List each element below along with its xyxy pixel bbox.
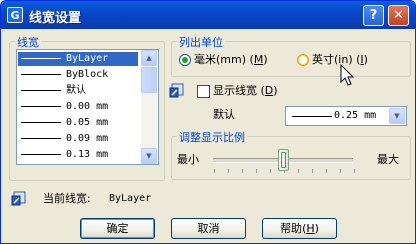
- scale-slider-thumb[interactable]: [278, 149, 289, 171]
- lineweight-item-label: 0.05 mm: [66, 117, 109, 128]
- display-hotkey: D: [264, 84, 274, 97]
- lineweight-item-label: ByLayer: [66, 53, 109, 64]
- units-group-label: 列出单位: [177, 34, 225, 50]
- lineweight-item-label: 0.13 mm: [66, 149, 109, 160]
- scale-tick: [256, 169, 257, 173]
- combo-value: 0.25 mm: [334, 110, 377, 121]
- dialog-title: 线宽设置: [29, 11, 82, 26]
- lineweight-display-icon: [169, 83, 184, 98]
- default-label: 默认: [213, 108, 235, 121]
- current-lineweight-value: ByLayer: [109, 193, 152, 204]
- lineweight-item-label: ByBlock: [66, 69, 109, 80]
- lineweight-sample-line: [21, 106, 61, 107]
- cancel-button[interactable]: 取消: [171, 218, 246, 239]
- lineweight-list-item[interactable]: 0.05 mm: [18, 116, 138, 130]
- title-bar[interactable]: G 线宽设置 ? ✕: [1, 1, 415, 29]
- help-button-text: 帮助: [280, 222, 303, 235]
- scale-max-label: 最大: [377, 153, 399, 166]
- lineweight-sample-line: [21, 154, 61, 155]
- scale-min-label: 最小: [177, 153, 199, 166]
- lineweight-list-item[interactable]: ByBlock: [18, 68, 138, 82]
- mm-hotkey: M: [253, 53, 264, 66]
- lineweight-sample-line: [21, 58, 61, 59]
- scale-tick: [228, 169, 229, 173]
- scale-tick: [298, 169, 299, 173]
- app-icon: G: [7, 7, 23, 23]
- mouse-cursor-icon: [340, 64, 355, 86]
- display-lineweight-label[interactable]: 显示线宽 (D): [213, 84, 278, 98]
- lineweight-sample-line: [21, 90, 61, 91]
- ok-button[interactable]: 确定: [80, 218, 155, 239]
- title-help-button[interactable]: ?: [363, 5, 384, 26]
- display-lineweight-checkbox[interactable]: [197, 85, 210, 98]
- lineweight-list-item[interactable]: 0.13 mm: [18, 148, 138, 162]
- lineweight-sample-line: [21, 138, 61, 139]
- scale-tick: [326, 169, 327, 173]
- lineweight-dialog: G 线宽设置 ? ✕ 线宽 ByLayer ByBlock 默认 0.00 mm 0.0…: [0, 0, 416, 244]
- lineweight-list-item[interactable]: 默认: [18, 84, 138, 98]
- default-lineweight-combo[interactable]: 0.25 mm ▼: [285, 106, 407, 126]
- lineweight-list-item[interactable]: 0.09 mm: [18, 132, 138, 146]
- scale-tick: [242, 169, 243, 173]
- lineweight-list-item[interactable]: 0.00 mm: [18, 100, 138, 114]
- lineweight-sample-line: [21, 74, 61, 75]
- scale-tick: [214, 169, 215, 173]
- help-hotkey: H: [306, 222, 315, 235]
- lineweight-listbox[interactable]: ByLayer ByBlock 默认 0.00 mm 0.05 mm 0.09 mm 0.1…: [16, 49, 159, 165]
- list-scrollbar[interactable]: ▲ ▼: [141, 50, 157, 164]
- lineweight-item-label: 默认: [66, 85, 86, 96]
- scale-tick: [354, 169, 355, 173]
- mm-radio-text: 毫米(mm): [194, 53, 247, 66]
- mm-radio-label[interactable]: 毫米(mm) (M): [194, 53, 268, 67]
- inch-hotkey: I: [360, 53, 364, 66]
- scale-tick: [312, 169, 313, 173]
- scroll-thumb[interactable]: [141, 67, 157, 93]
- inch-radio[interactable]: [297, 54, 309, 66]
- display-scale-group-label: 调整显示比例: [177, 129, 247, 145]
- lineweight-list: ByLayer ByBlock 默认 0.00 mm 0.05 mm 0.09 mm 0.1…: [17, 50, 141, 164]
- current-lineweight-label: 当前线宽:: [43, 192, 91, 205]
- display-lineweight-text: 显示线宽: [213, 84, 257, 97]
- lineweight-item-label: 0.00 mm: [66, 101, 109, 112]
- scroll-up-icon[interactable]: ▲: [141, 50, 157, 66]
- scale-tick: [340, 169, 341, 173]
- lineweight-list-item[interactable]: ByLayer: [18, 52, 138, 66]
- current-lineweight-icon: [11, 191, 26, 206]
- lineweight-sample-line: [21, 122, 61, 123]
- lineweight-item-label: 0.09 mm: [66, 133, 109, 144]
- scroll-down-icon[interactable]: ▼: [141, 148, 157, 164]
- lineweights-group-label: 线宽: [15, 34, 41, 50]
- help-button[interactable]: 帮助(H): [262, 218, 337, 239]
- chevron-down-icon[interactable]: ▼: [389, 108, 405, 124]
- combo-line-sample: [292, 116, 332, 117]
- close-button[interactable]: ✕: [388, 5, 409, 26]
- mm-radio[interactable]: [179, 54, 191, 66]
- scale-tick: [270, 169, 271, 173]
